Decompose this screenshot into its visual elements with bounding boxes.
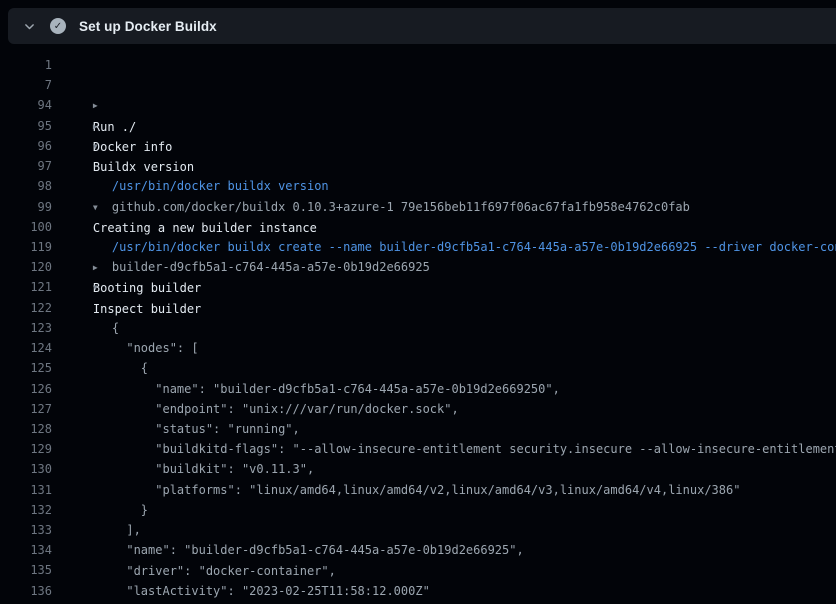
- step-header[interactable]: ✓ Set up Docker Buildx: [8, 8, 836, 44]
- log-lines: 1 ▶ Run ./ 7 ▶ Docker info 94 ▼ Buildx v…: [0, 55, 836, 601]
- log-line: 120 {: [0, 257, 836, 277]
- log-line: 134 }: [0, 540, 836, 560]
- check-circle-icon: ✓: [50, 18, 66, 34]
- log-panel: 1 ▶ Run ./ 7 ▶ Docker info 94 ▼ Buildx v…: [0, 44, 836, 604]
- log-line-number[interactable]: 128: [0, 419, 52, 439]
- log-group-line[interactable]: 7 ▶ Docker info: [0, 75, 836, 95]
- log-line-number[interactable]: 123: [0, 318, 52, 338]
- log-group-line[interactable]: 135 ▼ BuildKit version: [0, 560, 836, 580]
- log-line-number[interactable]: 99: [0, 197, 52, 217]
- log-line-number[interactable]: 131: [0, 480, 52, 500]
- log-line: 123 "name": "builder-d9cfb5a1-c764-445a-…: [0, 318, 836, 338]
- log-line-number[interactable]: 97: [0, 156, 52, 176]
- log-line-number[interactable]: 119: [0, 237, 52, 257]
- log-line: 132 "driver": "docker-container",: [0, 500, 836, 520]
- log-line-number[interactable]: 95: [0, 116, 52, 136]
- log-line-number[interactable]: 125: [0, 358, 52, 378]
- log-group-line[interactable]: 97 ▼ Creating a new builder instance: [0, 156, 836, 176]
- log-group-line[interactable]: 100 ▶ Booting builder: [0, 217, 836, 237]
- log-line-number[interactable]: 120: [0, 257, 52, 277]
- log-group-line[interactable]: 94 ▼ Buildx version: [0, 95, 836, 115]
- log-line: 99 builder-d9cfb5a1-c764-445a-a57e-0b19d…: [0, 197, 836, 217]
- log-line-number[interactable]: 124: [0, 338, 52, 358]
- log-line-number[interactable]: 7: [0, 75, 52, 95]
- log-group-line[interactable]: 1 ▶ Run ./: [0, 55, 836, 75]
- log-line-number[interactable]: 94: [0, 95, 52, 115]
- log-line: 121 "nodes": [: [0, 277, 836, 297]
- log-line: 124 "endpoint": "unix:///var/run/docker.…: [0, 338, 836, 358]
- log-line: 125 "status": "running",: [0, 358, 836, 378]
- log-line-number[interactable]: 121: [0, 277, 52, 297]
- log-line: 129 }: [0, 439, 836, 459]
- log-line-number[interactable]: 135: [0, 560, 52, 580]
- log-line: 98 /usr/bin/docker buildx create --name …: [0, 176, 836, 196]
- log-line: 95 /usr/bin/docker buildx version: [0, 116, 836, 136]
- log-line-number[interactable]: 98: [0, 176, 52, 196]
- log-line-number[interactable]: 126: [0, 379, 52, 399]
- log-line-number[interactable]: 129: [0, 439, 52, 459]
- log-line-number[interactable]: 136: [0, 581, 52, 601]
- log-line: 128 "platforms": "linux/amd64,linux/amd6…: [0, 419, 836, 439]
- log-line: 130 ],: [0, 459, 836, 479]
- log-group-line[interactable]: 119 ▼ Inspect builder: [0, 237, 836, 257]
- log-line-number[interactable]: 1: [0, 55, 52, 75]
- log-line: 96 github.com/docker/buildx 0.10.3+azure…: [0, 136, 836, 156]
- chevron-down-icon[interactable]: [18, 20, 40, 33]
- log-line-number[interactable]: 132: [0, 500, 52, 520]
- log-line-number[interactable]: 96: [0, 136, 52, 156]
- log-line-number[interactable]: 122: [0, 298, 52, 318]
- log-line-number[interactable]: 134: [0, 540, 52, 560]
- log-line-number[interactable]: 127: [0, 399, 52, 419]
- log-line: 131 "name": "builder-d9cfb5a1-c764-445a-…: [0, 480, 836, 500]
- log-line: 126 "buildkitd-flags": "--allow-insecure…: [0, 379, 836, 399]
- log-line: 122 {: [0, 298, 836, 318]
- log-line: 136 builder-d9cfb5a1-c764-445a-a57e-0b19…: [0, 581, 836, 601]
- log-line: 127 "buildkit": "v0.11.3",: [0, 399, 836, 419]
- log-line-number[interactable]: 133: [0, 520, 52, 540]
- step-title: Set up Docker Buildx: [79, 19, 217, 34]
- log-line-number[interactable]: 100: [0, 217, 52, 237]
- log-line-number[interactable]: 130: [0, 459, 52, 479]
- log-line: 133 "lastActivity": "2023-02-25T11:58:12…: [0, 520, 836, 540]
